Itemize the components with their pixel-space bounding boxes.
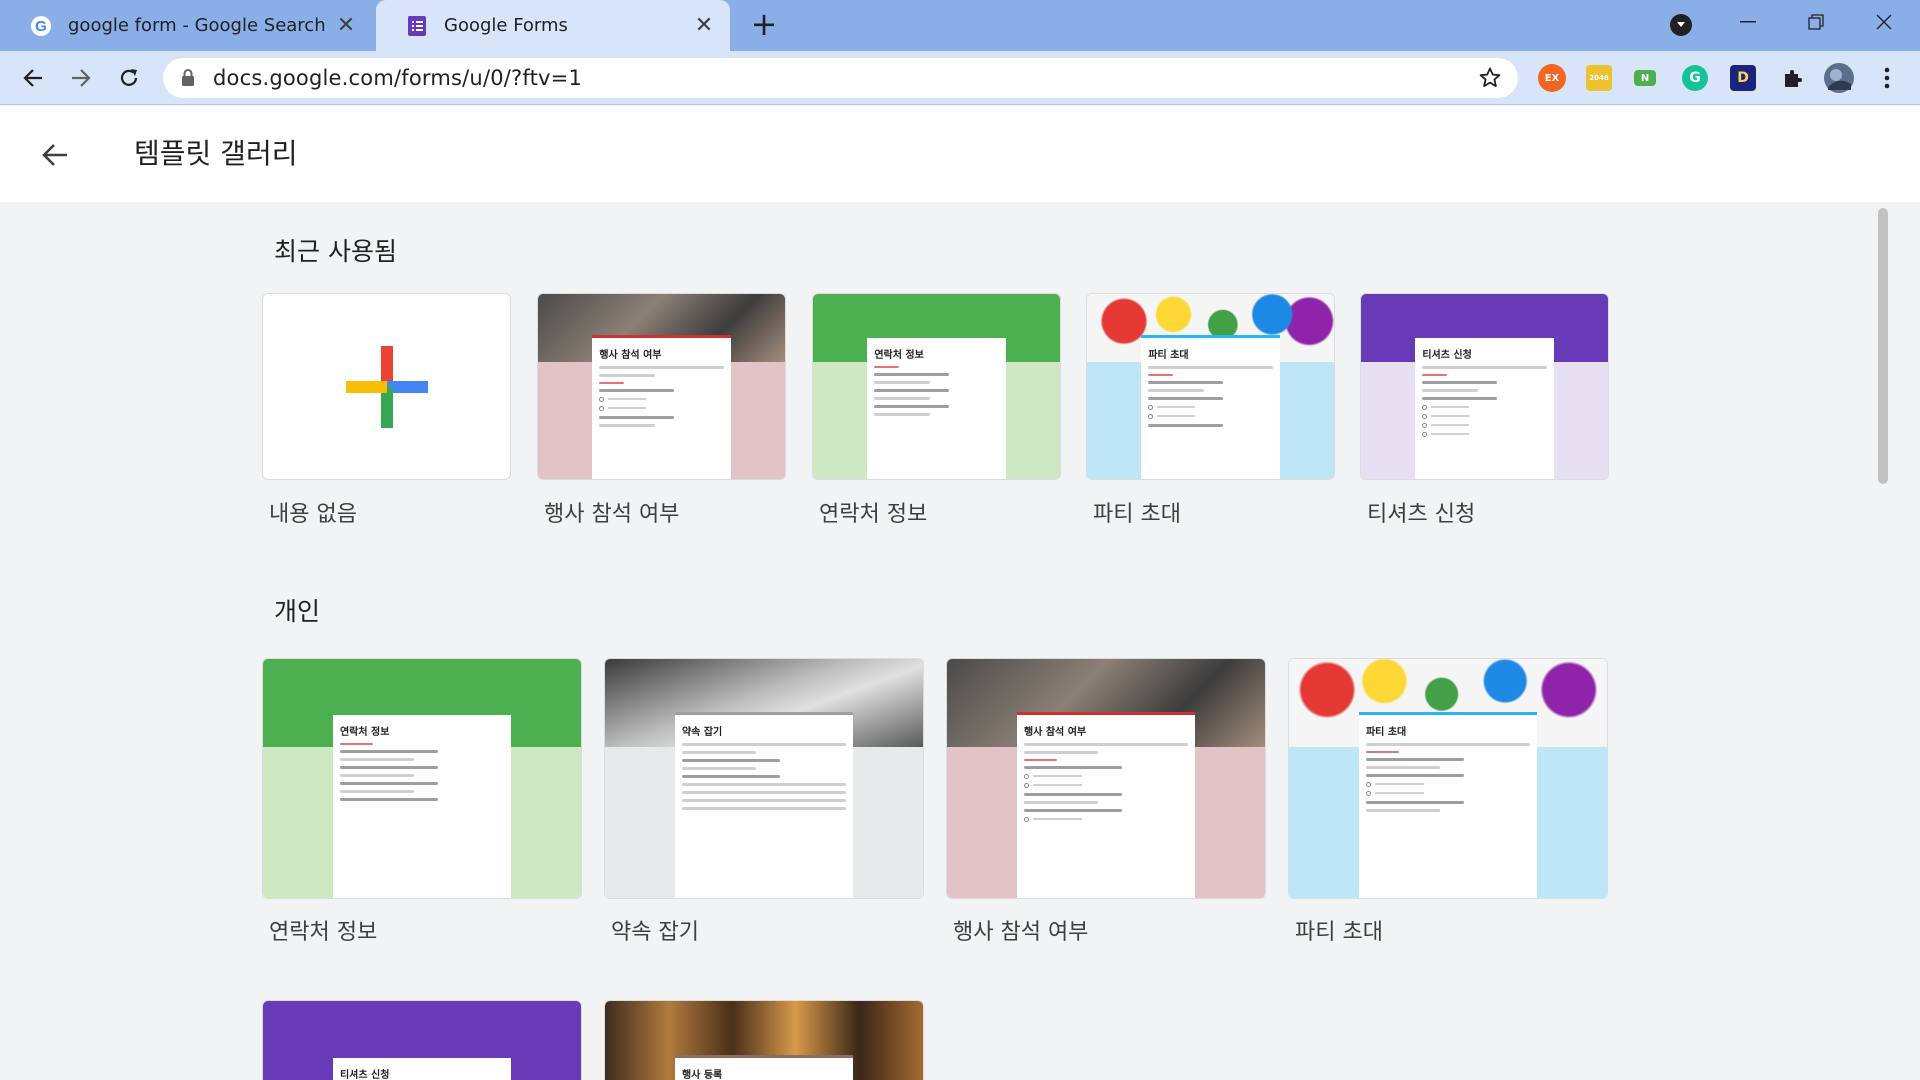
extension-n-icon[interactable]: N [1634,70,1656,86]
template-thumbnail: 티셔츠 신청 [1361,294,1608,479]
section-title-recent: 최근 사용됨 [274,237,397,266]
extension-2048-icon[interactable]: 2048 [1586,65,1612,91]
template-label: 내용 없음 [269,502,357,527]
tab-strip: G google form - Google Search ✕ Google F… [0,0,1920,51]
template-card-blank[interactable] [262,293,511,480]
template-thumbnail: 행사 참석 여부 [947,659,1265,898]
template-card-event-registration[interactable]: 행사 등록 [604,1000,924,1080]
grammarly-icon[interactable]: G [1682,65,1708,91]
back-arrow-icon[interactable] [40,140,70,170]
extensions-puzzle-icon[interactable] [1776,61,1810,95]
bookmark-star-icon[interactable] [1478,66,1502,94]
plus-icon [345,345,428,428]
template-thumbnail: 행사 참석 여부 [538,294,785,479]
template-thumbnail: 약속 잡기 [605,659,923,898]
template-card-party-invite[interactable]: 파티 초대 [1086,293,1335,480]
template-label: 티셔츠 신청 [1367,502,1476,527]
profile-avatar[interactable] [1822,61,1856,95]
page-title: 템플릿 갤러리 [134,137,298,170]
template-label: 약속 잡기 [611,920,699,945]
template-thumbnail: 티셔츠 신청 [263,1001,581,1080]
template-label: 파티 초대 [1295,920,1383,945]
reload-icon[interactable] [112,61,146,95]
template-card-event-rsvp[interactable]: 행사 참석 여부 [946,658,1266,899]
template-card-contact-info[interactable]: 연락처 정보 [812,293,1061,480]
tab-title: google form - Google Search [68,15,326,36]
url-text: docs.google.com/forms/u/0/?ftv=1 [213,66,583,90]
template-label: 연락처 정보 [819,502,928,527]
template-thumbnail: 연락처 정보 [263,659,581,898]
restore-icon[interactable] [1788,0,1844,44]
google-g-icon: G [30,15,52,37]
section-title-personal: 개인 [274,597,321,626]
template-card-party-invite[interactable]: 파티 초대 [1288,658,1608,899]
more-menu-icon[interactable] [1870,61,1904,95]
tab-search-icon[interactable] [1670,14,1692,36]
browser-toolbar: docs.google.com/forms/u/0/?ftv=1 EX 2048… [0,51,1920,105]
template-label: 행사 참석 여부 [953,920,1089,945]
tab-google-search[interactable]: G google form - Google Search ✕ [0,0,372,51]
back-arrow-icon[interactable] [16,61,50,95]
minimize-icon[interactable] [1720,0,1776,44]
template-thumbnail: 행사 등록 [605,1001,923,1080]
page-header: 템플릿 갤러리 [0,106,1920,202]
extension-d-icon[interactable]: D [1730,65,1756,91]
google-forms-icon [406,15,428,37]
close-tab-icon[interactable]: ✕ [332,12,360,40]
close-window-icon[interactable] [1856,0,1912,44]
tab-title: Google Forms [444,15,568,36]
template-label: 파티 초대 [1093,502,1181,527]
template-card-tshirt-signup[interactable]: 티셔츠 신청 [262,1000,582,1080]
new-tab-button[interactable]: + [748,8,780,41]
template-card-tshirt-signup[interactable]: 티셔츠 신청 [1360,293,1609,480]
forward-arrow-icon[interactable] [64,61,98,95]
template-card-contact-info[interactable]: 연락처 정보 [262,658,582,899]
template-thumbnail: 연락처 정보 [813,294,1060,479]
template-thumbnail: 파티 초대 [1087,294,1334,479]
template-label: 연락처 정보 [269,920,378,945]
close-tab-icon[interactable]: ✕ [690,12,718,40]
template-label: 행사 참석 여부 [544,502,680,527]
tab-google-forms[interactable]: Google Forms ✕ [376,0,730,51]
scrollbar[interactable] [1878,208,1888,484]
template-card-event-rsvp[interactable]: 행사 참석 여부 [537,293,786,480]
extension-ex-icon[interactable]: EX [1538,64,1566,92]
lock-icon[interactable] [181,69,195,91]
svg-text:G: G [35,18,47,35]
template-thumbnail: 파티 초대 [1289,659,1607,898]
address-bar[interactable]: docs.google.com/forms/u/0/?ftv=1 [163,58,1518,98]
template-card-appointment[interactable]: 약속 잡기 [604,658,924,899]
